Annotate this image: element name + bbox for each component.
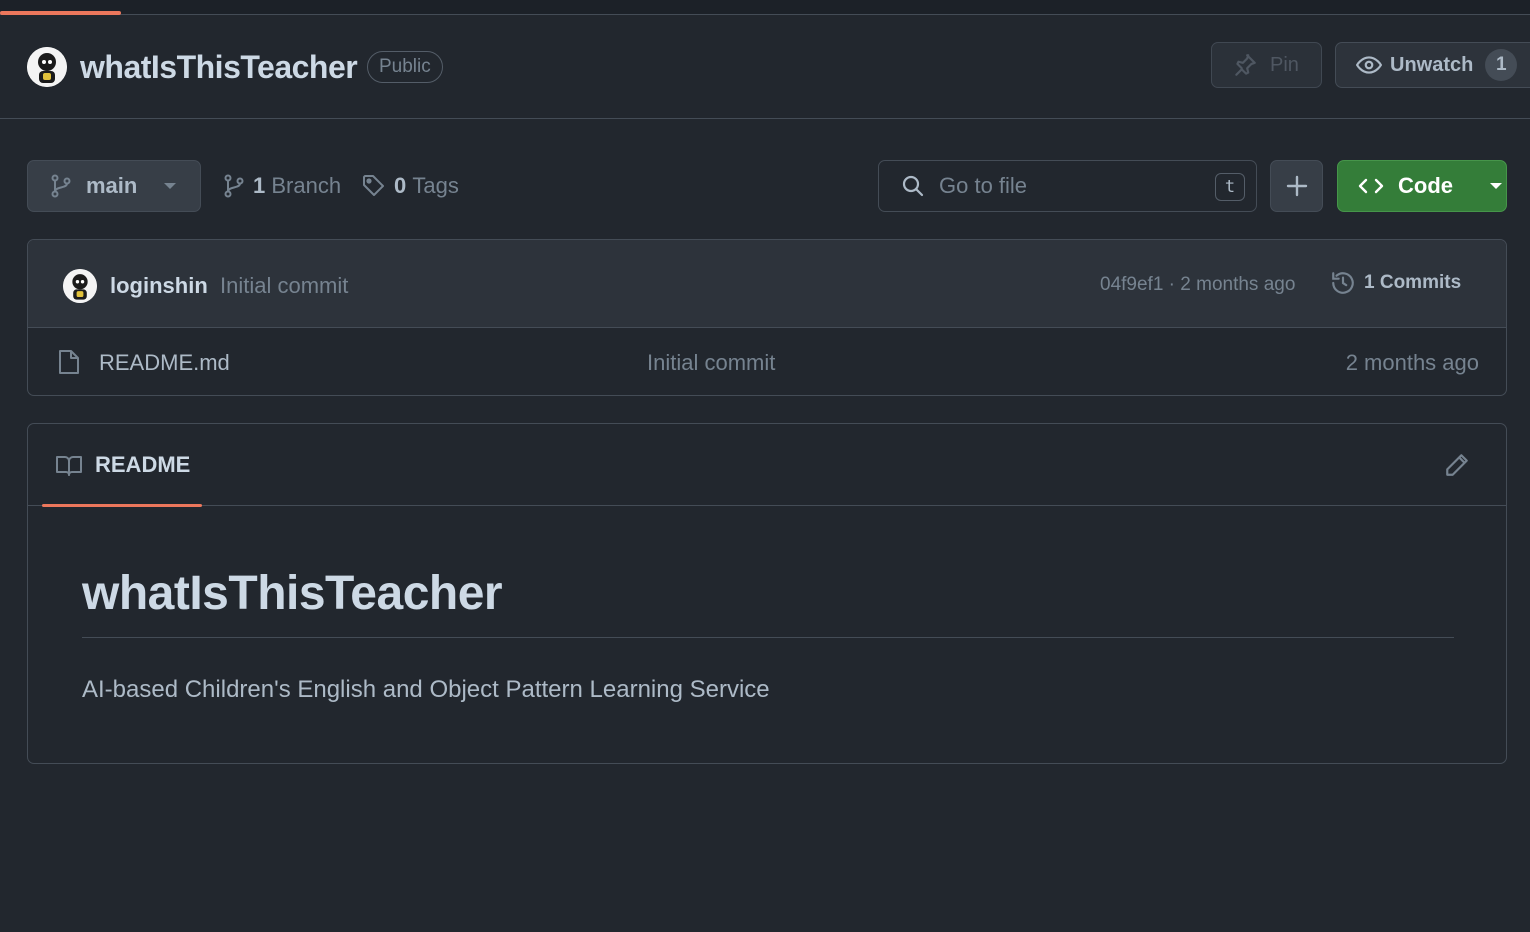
pin-icon bbox=[1232, 52, 1258, 78]
tag-count-label: Tags bbox=[412, 173, 459, 198]
eye-icon bbox=[1356, 52, 1382, 78]
branch-count: 1 bbox=[253, 173, 266, 198]
watch-counter: 1 bbox=[1485, 49, 1518, 81]
go-to-file-input[interactable]: Go to file t bbox=[878, 160, 1257, 212]
branch-selector[interactable]: main bbox=[27, 160, 201, 212]
edit-readme-button[interactable] bbox=[1444, 452, 1470, 478]
readme-panel: README whatIsThisTeacher AI-based Childr… bbox=[27, 423, 1507, 764]
tag-count: 0 bbox=[394, 173, 407, 198]
commits-history-link[interactable]: 1 Commits bbox=[1330, 270, 1461, 296]
code-button[interactable]: Code bbox=[1337, 160, 1507, 212]
branch-name: main bbox=[86, 173, 138, 198]
readme-tab-underline bbox=[42, 504, 202, 507]
pin-button[interactable]: Pin bbox=[1211, 42, 1322, 88]
git-branch-icon bbox=[223, 174, 245, 198]
pencil-icon bbox=[1444, 452, 1470, 478]
unwatch-button[interactable]: Unwatch 1 bbox=[1335, 42, 1530, 88]
file-icon bbox=[58, 349, 80, 375]
readme-header: README bbox=[28, 424, 1506, 507]
chevron-down-icon bbox=[163, 182, 177, 190]
readme-tab[interactable]: README bbox=[42, 424, 202, 507]
history-icon bbox=[1330, 270, 1356, 296]
commit-author[interactable]: loginshin bbox=[110, 273, 208, 299]
go-to-file-placeholder: Go to file bbox=[939, 173, 1028, 198]
file-list: loginshin Initial commit 04f9ef1 · 2 mon… bbox=[27, 239, 1507, 396]
readme-tab-label: README bbox=[95, 452, 191, 477]
plus-icon bbox=[1286, 175, 1308, 197]
top-nav-strip bbox=[0, 0, 1530, 15]
git-branch-icon bbox=[50, 174, 72, 198]
commit-author-avatar[interactable] bbox=[63, 269, 97, 303]
unwatch-label: Unwatch bbox=[1390, 53, 1474, 76]
add-file-button[interactable] bbox=[1270, 160, 1323, 212]
code-label: Code bbox=[1398, 173, 1453, 198]
latest-commit-row: loginshin Initial commit 04f9ef1 · 2 mon… bbox=[28, 240, 1506, 328]
book-icon bbox=[55, 453, 83, 477]
file-row[interactable]: README.md Initial commit 2 months ago bbox=[28, 328, 1506, 395]
repo-header: whatIsThisTeacher Public Pin Unwatch 1 bbox=[0, 15, 1530, 119]
pin-label: Pin bbox=[1270, 53, 1299, 76]
code-icon bbox=[1358, 175, 1384, 197]
tags-link[interactable]: 0 Tags bbox=[362, 170, 459, 202]
repo-name[interactable]: whatIsThisTeacher bbox=[80, 49, 358, 86]
search-icon bbox=[901, 174, 925, 198]
readme-title: whatIsThisTeacher bbox=[82, 566, 1454, 638]
tag-icon bbox=[362, 174, 386, 198]
commit-message[interactable]: Initial commit bbox=[220, 273, 348, 299]
file-commit-age: 2 months ago bbox=[1345, 350, 1479, 375]
visibility-badge: Public bbox=[367, 51, 443, 83]
branch-count-label: Branch bbox=[271, 173, 342, 198]
chevron-down-icon bbox=[1489, 182, 1503, 190]
commit-hash-and-time[interactable]: 04f9ef1 · 2 months ago bbox=[1100, 274, 1295, 296]
readme-description: AI-based Children's English and Object P… bbox=[82, 676, 770, 703]
file-name[interactable]: README.md bbox=[99, 350, 230, 376]
file-commit-message[interactable]: Initial commit bbox=[647, 350, 775, 376]
commit-count: 1 Commits bbox=[1364, 272, 1462, 293]
branches-link[interactable]: 1 Branch bbox=[223, 170, 341, 202]
keyboard-shortcut-hint: t bbox=[1215, 173, 1245, 201]
owner-avatar[interactable] bbox=[27, 47, 67, 87]
